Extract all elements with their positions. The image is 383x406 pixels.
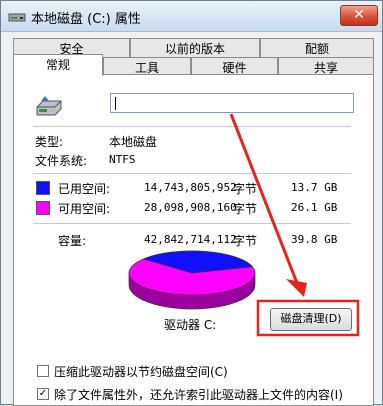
window-title: 本地磁盘 (C:) 属性 [31,12,141,27]
used-space-bytes: 14,743,805,952 [144,181,237,194]
drive-letter-label: 驱动器 C: [164,318,217,332]
compress-checkbox[interactable] [37,365,49,377]
free-space-bytes: 28,098,908,160 [144,201,237,214]
free-space-unit: 字节 [233,202,258,216]
title-bar[interactable]: 本地磁盘 (C:) 属性 ✕ [1,1,382,32]
tab-general[interactable]: 常规 [13,54,103,76]
used-space-label: 已用空间: [58,182,111,196]
free-space-swatch [36,201,50,215]
disk-cleanup-button[interactable]: 磁盘清理(D) [270,308,352,331]
tab-previous-versions[interactable]: 以前的版本 [130,38,260,58]
filesystem-label: 文件系统: [35,154,88,168]
index-label: 除了文件属性外，还允许索引此驱动器上文件的内容(I) [54,388,343,402]
used-space-unit: 字节 [233,182,258,196]
text-caret [115,97,116,110]
used-space-size: 13.7 GB [291,181,338,194]
hard-drive-icon [36,96,62,116]
properties-window: 本地磁盘 (C:) 属性 ✕ 安全 以前的版本 配额 常规 工具 硬件 共享 类… [0,0,383,406]
divider-bottom [33,223,351,224]
index-checkbox[interactable]: ✓ [37,388,49,400]
capacity-unit: 字节 [233,234,258,248]
used-space-swatch [36,181,50,195]
tab-quota[interactable]: 配额 [260,38,374,58]
divider-middle [33,173,351,174]
free-space-size: 26.1 GB [291,201,338,214]
free-space-label: 可用空间: [58,202,111,216]
capacity-label: 容量: [58,234,87,248]
close-button[interactable]: ✕ [340,5,378,26]
filesystem-value: NTFS [109,153,136,166]
type-value: 本地磁盘 [109,135,158,149]
drive-icon [8,13,26,22]
check-mark-icon: ✓ [38,388,48,399]
disk-usage-pie [128,250,256,310]
type-label: 类型: [35,135,64,149]
capacity-size: 39.8 GB [291,233,338,246]
drive-name-input[interactable] [110,93,354,113]
compress-label: 压缩此驱动器以节约磁盘空间(C) [54,365,228,379]
capacity-bytes: 42,842,714,112 [144,233,237,246]
divider-top [33,126,351,127]
